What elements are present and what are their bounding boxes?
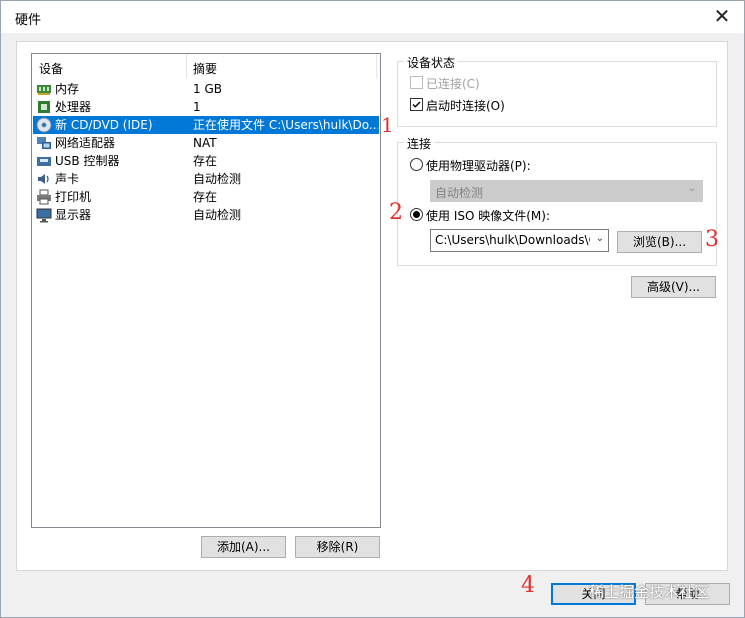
device-name: 网络适配器 xyxy=(55,136,116,150)
network-adapter-icon xyxy=(37,137,51,149)
device-summary: 正在使用文件 C:\Users\hulk\Do... xyxy=(193,118,378,132)
device-name: 内存 xyxy=(55,82,80,96)
annotation-3: 3 xyxy=(705,227,719,252)
checkmark-icon xyxy=(412,101,421,108)
device-summary: 存在 xyxy=(193,190,218,204)
device-summary: 1 GB xyxy=(193,82,222,96)
device-row-cd-dvd[interactable]: 新 CD/DVD (IDE) 正在使用文件 C:\Users\hulk\Do..… xyxy=(33,116,379,134)
device-row-processor[interactable]: 处理器 1 xyxy=(33,98,379,116)
printer-icon xyxy=(37,189,51,205)
chevron-down-icon: ⌄ xyxy=(687,183,696,194)
iso-image-label: 使用 ISO 映像文件(M): xyxy=(426,209,550,223)
annotation-2: 2 xyxy=(389,200,403,225)
usb-icon xyxy=(37,157,51,166)
display-icon xyxy=(36,208,52,223)
device-name: 显示器 xyxy=(55,208,92,222)
device-name: 打印机 xyxy=(55,190,92,204)
device-row-memory[interactable]: 内存 1 GB xyxy=(33,80,379,98)
device-status-title: 设备状态 xyxy=(404,54,459,71)
hardware-dialog: 硬件 ✕ 设备 摘要 内存 1 GB 处理器 1 新 CD/DVD (IDE) … xyxy=(0,0,745,618)
close-icon[interactable]: ✕ xyxy=(712,5,732,27)
connected-checkbox[interactable] xyxy=(410,76,423,89)
annotation-1: 1 xyxy=(381,113,394,137)
device-name: 声卡 xyxy=(55,172,80,186)
device-summary: NAT xyxy=(193,136,217,150)
device-list[interactable]: 设备 摘要 内存 1 GB 处理器 1 新 CD/DVD (IDE) 正在使用文… xyxy=(31,53,381,528)
column-divider[interactable] xyxy=(186,54,187,78)
chevron-down-icon[interactable]: ⌄ xyxy=(596,233,604,244)
physical-drive-label: 使用物理驱动器(P): xyxy=(426,159,531,173)
window-title: 硬件 xyxy=(15,13,42,28)
device-status-group: 设备状态 xyxy=(397,54,717,127)
cd-dvd-icon xyxy=(36,117,52,133)
device-summary: 1 xyxy=(193,100,201,114)
physical-drive-select[interactable]: 自动检测 ⌄ xyxy=(430,180,703,202)
device-row-printer[interactable]: 打印机 存在 xyxy=(33,188,379,206)
device-row-usb-controller[interactable]: USB 控制器 存在 xyxy=(33,152,379,170)
connection-title: 连接 xyxy=(404,135,435,152)
device-name: 新 CD/DVD (IDE) xyxy=(55,118,153,132)
remove-device-button[interactable]: 移除(R) xyxy=(295,536,380,558)
memory-icon xyxy=(37,85,51,95)
device-name: USB 控制器 xyxy=(55,154,120,168)
column-divider[interactable] xyxy=(376,54,377,78)
advanced-button[interactable]: 高级(V)... xyxy=(631,276,716,298)
iso-path-value: C:\Users\hulk\Downloads\Ce xyxy=(435,233,590,247)
connected-label: 已连接(C) xyxy=(426,77,480,91)
title-bar: 硬件 ✕ xyxy=(1,1,744,33)
device-name: 处理器 xyxy=(55,100,92,114)
device-row-network-adapter[interactable]: 网络适配器 NAT xyxy=(33,134,379,152)
device-summary: 存在 xyxy=(193,154,218,168)
add-device-button[interactable]: 添加(A)... xyxy=(201,536,286,558)
device-row-display[interactable]: 显示器 自动检测 xyxy=(33,206,379,224)
iso-path-input[interactable]: C:\Users\hulk\Downloads\Ce ⌄ xyxy=(430,229,609,252)
physical-drive-value: 自动检测 xyxy=(435,186,484,200)
processor-icon xyxy=(38,101,50,113)
annotation-4: 4 xyxy=(521,573,535,598)
column-header-summary[interactable]: 摘要 xyxy=(193,60,217,77)
connect-at-power-on-checkbox[interactable] xyxy=(410,98,423,111)
device-list-header: 设备 摘要 xyxy=(32,54,380,78)
sound-card-icon xyxy=(38,174,49,184)
device-summary: 自动检测 xyxy=(193,208,242,222)
iso-image-radio[interactable] xyxy=(410,208,423,221)
column-header-device[interactable]: 设备 xyxy=(39,60,63,77)
device-row-sound-card[interactable]: 声卡 自动检测 xyxy=(33,170,379,188)
browse-button[interactable]: 浏览(B)... xyxy=(617,231,702,253)
watermark: 稀土掘金技术社区 xyxy=(589,583,710,601)
device-summary: 自动检测 xyxy=(193,172,242,186)
physical-drive-radio[interactable] xyxy=(410,158,423,171)
connect-at-power-on-label: 启动时连接(O) xyxy=(426,99,505,113)
